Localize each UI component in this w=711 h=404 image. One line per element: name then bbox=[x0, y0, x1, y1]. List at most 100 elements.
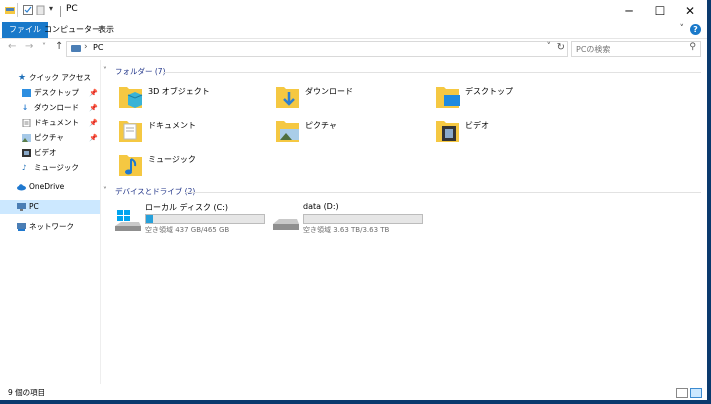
address-dropdown-icon[interactable]: ˅ bbox=[547, 42, 552, 52]
sidebar-item-music[interactable]: ♪ ミュージック bbox=[0, 161, 100, 175]
help-icon[interactable]: ? bbox=[690, 24, 701, 35]
group-title: フォルダー (7) bbox=[115, 67, 166, 76]
group-title: デバイスとドライブ (2) bbox=[115, 187, 196, 196]
videos-folder-icon bbox=[436, 121, 459, 142]
network-icon bbox=[17, 223, 26, 231]
explorer-window: ▾ PC ─ ☐ ✕ ファイル コンピューター 表示 ˅ ? ← → ˅ ↑ ›… bbox=[0, 0, 707, 400]
properties-icon[interactable] bbox=[23, 5, 33, 15]
folder-label: ピクチャ bbox=[305, 121, 337, 130]
drive-usage-bar bbox=[145, 214, 265, 224]
drive-name: ローカル ディスク (C:) bbox=[145, 203, 229, 212]
folder-pictures[interactable]: ピクチャ bbox=[275, 118, 425, 148]
pictures-icon bbox=[22, 134, 31, 142]
maximize-button[interactable]: ☐ bbox=[645, 0, 675, 22]
pin-icon[interactable]: 📌 bbox=[89, 86, 98, 100]
drive-free-space: 空き領域 437 GB/465 GB bbox=[145, 226, 230, 234]
sidebar-item-documents[interactable]: ドキュメント 📌 bbox=[0, 116, 100, 130]
search-input[interactable] bbox=[572, 42, 684, 56]
pc-icon bbox=[71, 45, 81, 52]
drives-group-header[interactable]: ˅ デバイスとドライブ (2) bbox=[103, 186, 701, 198]
ribbon-tabs: ファイル コンピューター 表示 ˅ ? bbox=[0, 22, 707, 39]
breadcrumb[interactable]: PC bbox=[93, 43, 103, 52]
tab-view[interactable]: 表示 bbox=[91, 22, 121, 38]
pin-icon[interactable]: 📌 bbox=[89, 131, 98, 145]
folder-label: ビデオ bbox=[465, 121, 489, 130]
download-folder-icon bbox=[276, 87, 299, 108]
sidebar-item-label: クイック アクセス bbox=[29, 73, 92, 82]
3d-objects-icon bbox=[119, 87, 143, 108]
cloud-icon bbox=[17, 184, 26, 191]
folder-downloads[interactable]: ダウンロード bbox=[275, 84, 425, 114]
window-title: PC bbox=[66, 4, 78, 14]
drive-icon bbox=[273, 219, 299, 230]
sidebar-item-network[interactable]: ネットワーク bbox=[0, 220, 100, 234]
up-button[interactable]: ↑ bbox=[55, 41, 63, 52]
large-icons-view-icon[interactable] bbox=[690, 388, 702, 398]
pin-icon[interactable]: 📌 bbox=[89, 101, 98, 115]
content-area: ˅ フォルダー (7) 3D オブジェクト ダウンロード デスクトップ ドキュメ… bbox=[101, 60, 707, 384]
sidebar-item-label: ビデオ bbox=[34, 148, 57, 157]
drive-c[interactable]: ローカル ディスク (C:) 空き領域 437 GB/465 GB bbox=[115, 202, 285, 236]
folder-label: ドキュメント bbox=[148, 121, 196, 130]
recent-locations-button[interactable]: ˅ bbox=[42, 42, 46, 51]
explorer-app-icon[interactable] bbox=[5, 5, 15, 15]
search-box[interactable]: ⚲ bbox=[571, 41, 701, 57]
sidebar-item-label: ミュージック bbox=[34, 163, 79, 172]
minimize-button[interactable]: ─ bbox=[614, 0, 644, 22]
music-folder-icon bbox=[119, 155, 142, 176]
status-bar: 9 個の項目 bbox=[0, 384, 707, 400]
folder-music[interactable]: ミュージック bbox=[118, 152, 268, 182]
sidebar-item-downloads[interactable]: ↓ ダウンロード 📌 bbox=[0, 101, 100, 115]
folder-desktop[interactable]: デスクトップ bbox=[435, 84, 585, 114]
drive-name: data (D:) bbox=[303, 202, 339, 211]
folder-3d-objects[interactable]: 3D オブジェクト bbox=[118, 84, 268, 114]
drive-usage-fill bbox=[146, 215, 154, 223]
sidebar-item-pc[interactable]: PC bbox=[0, 200, 100, 214]
chevron-down-icon[interactable]: ˅ bbox=[103, 66, 107, 75]
forward-button[interactable]: → bbox=[25, 41, 33, 52]
folder-videos[interactable]: ビデオ bbox=[435, 118, 585, 148]
ribbon-expand-icon[interactable]: ˅ bbox=[680, 24, 685, 34]
sidebar-item-label: デスクトップ bbox=[34, 88, 79, 97]
sidebar-item-pictures[interactable]: ピクチャ 📌 bbox=[0, 131, 100, 145]
folder-label: デスクトップ bbox=[465, 87, 513, 96]
details-view-icon[interactable] bbox=[676, 388, 688, 398]
folder-label: ダウンロード bbox=[305, 87, 353, 96]
folder-documents[interactable]: ドキュメント bbox=[118, 118, 268, 148]
document-icon bbox=[22, 119, 31, 127]
chevron-down-icon[interactable]: ˅ bbox=[103, 186, 107, 195]
breadcrumb-chevron-icon[interactable]: › bbox=[84, 42, 88, 52]
sidebar-item-label: OneDrive bbox=[29, 182, 65, 191]
sidebar-item-label: PC bbox=[29, 202, 39, 211]
navigation-pane: ★ クイック アクセス デスクトップ 📌 ↓ ダウンロード 📌 ドキュメント 📌… bbox=[0, 60, 101, 384]
pc-icon bbox=[17, 203, 26, 211]
windows-drive-icon bbox=[115, 210, 141, 231]
sidebar-item-onedrive[interactable]: OneDrive bbox=[0, 180, 100, 194]
title-divider bbox=[60, 6, 61, 17]
navigation-bar: ← → ˅ ↑ › PC ˅ ↻ ⚲ bbox=[0, 39, 707, 57]
back-button[interactable]: ← bbox=[8, 41, 16, 52]
desktop-icon bbox=[22, 89, 31, 97]
sidebar-item-label: ピクチャ bbox=[34, 133, 64, 142]
new-folder-icon[interactable] bbox=[36, 5, 46, 15]
search-icon[interactable]: ⚲ bbox=[689, 42, 696, 52]
drive-usage-bar bbox=[303, 214, 423, 224]
divider bbox=[185, 192, 701, 193]
pictures-folder-icon bbox=[276, 121, 299, 142]
star-icon: ★ bbox=[18, 73, 27, 83]
drive-d[interactable]: data (D:) 空き領域 3.63 TB/3.63 TB bbox=[273, 202, 443, 236]
drive-free-space: 空き領域 3.63 TB/3.63 TB bbox=[303, 226, 390, 234]
quick-access-toolbar-dropdown-icon[interactable]: ▾ bbox=[49, 4, 53, 13]
sidebar-item-quick-access[interactable]: ★ クイック アクセス bbox=[0, 71, 100, 85]
pin-icon[interactable]: 📌 bbox=[89, 116, 98, 130]
sidebar-item-videos[interactable]: ビデオ bbox=[0, 146, 100, 160]
close-button[interactable]: ✕ bbox=[675, 0, 705, 22]
refresh-icon[interactable]: ↻ bbox=[557, 42, 565, 53]
address-bar[interactable]: › PC ˅ ↻ bbox=[66, 41, 568, 57]
folders-group-header[interactable]: ˅ フォルダー (7) bbox=[103, 66, 701, 78]
documents-folder-icon bbox=[119, 121, 142, 142]
sidebar-item-label: ネットワーク bbox=[29, 222, 74, 231]
item-count: 9 個の項目 bbox=[8, 388, 46, 397]
sidebar-item-desktop[interactable]: デスクトップ 📌 bbox=[0, 86, 100, 100]
divider bbox=[163, 72, 701, 73]
